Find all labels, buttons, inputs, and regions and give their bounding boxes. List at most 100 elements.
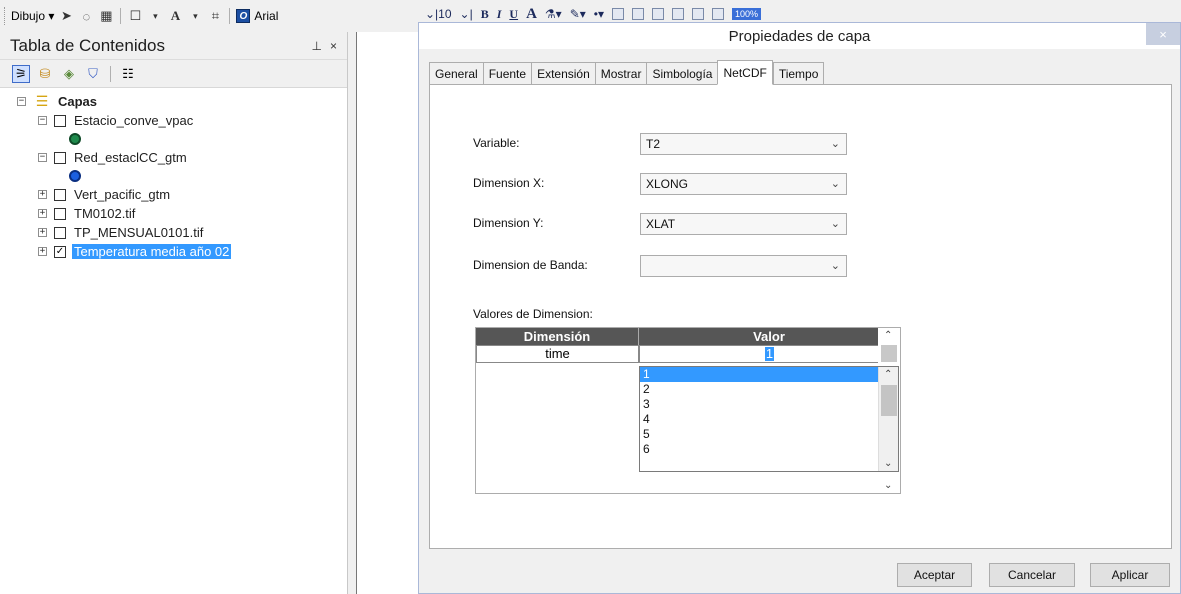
collapse-icon[interactable]: − xyxy=(38,116,47,125)
tab-extension[interactable]: Extensión xyxy=(531,62,595,84)
toolbar-grip[interactable] xyxy=(4,7,7,25)
scroll-thumb[interactable] xyxy=(881,385,897,416)
font-size-value: 10 xyxy=(438,7,452,21)
zoom-percent-box[interactable]: 100% xyxy=(732,8,762,20)
tab-general[interactable]: General xyxy=(429,62,483,84)
list-item[interactable]: 5 xyxy=(640,427,878,442)
font-size-combo[interactable]: ⌄|10 xyxy=(425,7,452,21)
tab-netcdf[interactable]: NetCDF xyxy=(717,60,773,85)
layer-row[interactable]: − Estacio_conve_vpac xyxy=(0,111,347,130)
collapse-icon[interactable]: − xyxy=(38,153,47,162)
align-icon[interactable] xyxy=(652,8,664,20)
collapse-icon[interactable]: − xyxy=(17,97,26,106)
bold-button[interactable]: B xyxy=(481,7,489,22)
rotate-icon[interactable]: ◌ xyxy=(78,8,94,24)
italic-button[interactable]: I xyxy=(497,7,502,22)
layer-visibility-checkbox[interactable] xyxy=(54,207,66,220)
options-icon[interactable]: ☷ xyxy=(119,65,137,83)
scroll-up-icon[interactable]: ⌃ xyxy=(884,369,892,380)
green-point-symbol-icon[interactable] xyxy=(69,133,81,145)
grid-header: Dimensión Valor xyxy=(476,328,900,345)
layer-visibility-checkbox[interactable] xyxy=(54,114,66,127)
scroll-down-icon[interactable]: ⌄ xyxy=(884,480,892,491)
layer-row[interactable]: + Vert_pacific_gtm xyxy=(0,185,347,204)
new-text-icon[interactable]: A xyxy=(167,8,183,24)
layer-visibility-checkbox[interactable] xyxy=(54,226,66,239)
dialog-title: Propiedades de capa xyxy=(728,27,871,45)
cancel-button[interactable]: Cancelar xyxy=(989,563,1075,587)
draw-menu-button[interactable]: Dibujo ▾ xyxy=(11,9,54,23)
rotate-right-icon[interactable] xyxy=(712,8,724,20)
zoom-whole-page-icon[interactable]: ▦ xyxy=(98,8,114,24)
tree-root-capas[interactable]: − ☰ Capas xyxy=(0,92,347,111)
scroll-thumb[interactable] xyxy=(881,345,897,362)
edit-vertices-icon[interactable]: ⌗ xyxy=(207,8,223,24)
underline-button[interactable]: U xyxy=(509,7,518,22)
marker-color-icon[interactable]: •▾ xyxy=(594,7,604,21)
layer-visibility-checkbox[interactable] xyxy=(54,188,66,201)
font-name-combo[interactable]: Arial xyxy=(254,9,278,23)
layer-row[interactable]: + TM0102.tif xyxy=(0,204,347,223)
map-view[interactable] xyxy=(356,32,418,594)
band-dimension-combo[interactable]: ⌄ xyxy=(640,255,847,277)
group-icon[interactable] xyxy=(612,8,624,20)
fill-color-icon[interactable]: ⚗▾ xyxy=(545,7,562,21)
dialog-close-button[interactable]: × xyxy=(1146,23,1180,45)
dropdown-arrow-icon[interactable]: ▾ xyxy=(147,8,163,24)
toc-controls: ⊥ × xyxy=(312,39,337,53)
expand-icon[interactable]: + xyxy=(38,247,47,256)
select-elements-icon[interactable]: ➤ xyxy=(58,8,74,24)
scroll-up-icon[interactable]: ⌃ xyxy=(884,330,892,341)
chevron-down-icon: ⌄ xyxy=(830,138,840,150)
list-item[interactable]: 4 xyxy=(640,412,878,427)
list-by-source-icon[interactable]: ⛁ xyxy=(36,65,54,83)
tab-fuente[interactable]: Fuente xyxy=(482,62,532,84)
list-by-selection-icon[interactable]: ⛉ xyxy=(84,65,102,83)
rectangle-icon[interactable]: ☐ xyxy=(127,8,143,24)
expand-icon[interactable]: + xyxy=(38,228,47,237)
value-cell-text[interactable]: 1 xyxy=(764,347,775,361)
expand-icon[interactable]: + xyxy=(38,190,47,199)
tab-mostrar[interactable]: Mostrar xyxy=(594,62,647,84)
dimension-cell[interactable]: time xyxy=(476,345,639,363)
scroll-down-icon[interactable]: ⌄ xyxy=(884,458,892,469)
dimension-x-combo[interactable]: XLONG ⌄ xyxy=(640,173,847,195)
dialog-titlebar[interactable]: Propiedades de capa × xyxy=(419,23,1180,49)
value-dropdown-list: 1 2 3 4 5 6 ⌃ ⌄ xyxy=(639,366,899,472)
value-cell[interactable]: 1 ⌄ xyxy=(639,345,900,363)
tab-simbologia[interactable]: Simbología xyxy=(646,62,718,84)
font-color-button[interactable]: A xyxy=(526,6,537,23)
list-by-drawing-order-icon[interactable]: ⚞ xyxy=(12,64,30,83)
pin-icon[interactable]: ⊥ xyxy=(312,39,322,53)
list-item[interactable]: 2 xyxy=(640,382,878,397)
layer-name: TP_MENSUAL0101.tif xyxy=(74,225,204,240)
layer-row-selected[interactable]: + ✓ Temperatura media año 02 xyxy=(0,242,347,261)
blue-point-symbol-icon[interactable] xyxy=(69,170,81,182)
expand-icon[interactable]: + xyxy=(38,209,47,218)
layer-visibility-checkbox-checked[interactable]: ✓ xyxy=(54,245,66,258)
list-item[interactable]: 1 xyxy=(640,367,878,382)
rotate-left-icon[interactable] xyxy=(692,8,704,20)
list-by-visibility-icon[interactable]: ◈ xyxy=(60,65,78,83)
accept-button[interactable]: Aceptar xyxy=(897,563,972,587)
dropdown-arrow-icon[interactable]: ▾ xyxy=(187,8,203,24)
variable-combo[interactable]: T2 ⌄ xyxy=(640,133,847,155)
column-header-value[interactable]: Valor xyxy=(639,328,900,345)
list-item[interactable]: 6 xyxy=(640,442,878,457)
symbol-row xyxy=(0,130,347,148)
dropdown-scrollbar[interactable]: ⌃ ⌄ xyxy=(878,367,898,471)
tab-tiempo[interactable]: Tiempo xyxy=(772,62,825,84)
dimension-y-combo[interactable]: XLAT ⌄ xyxy=(640,213,847,235)
line-color-icon[interactable]: ✎▾ xyxy=(570,7,586,21)
layer-row[interactable]: − Red_estaclCC_gtm xyxy=(0,148,347,167)
font-size-dropdown-icon[interactable]: ⌄| xyxy=(460,7,473,21)
list-item[interactable]: 3 xyxy=(640,397,878,412)
ungroup-icon[interactable] xyxy=(632,8,644,20)
close-icon[interactable]: × xyxy=(330,39,337,53)
column-header-dimension[interactable]: Dimensión xyxy=(476,328,639,345)
layer-visibility-checkbox[interactable] xyxy=(54,151,66,164)
distribute-icon[interactable] xyxy=(672,8,684,20)
apply-button[interactable]: Aplicar xyxy=(1090,563,1170,587)
layer-row[interactable]: + TP_MENSUAL0101.tif xyxy=(0,223,347,242)
layer-tree: − ☰ Capas − Estacio_conve_vpac − Red_est… xyxy=(0,88,347,261)
